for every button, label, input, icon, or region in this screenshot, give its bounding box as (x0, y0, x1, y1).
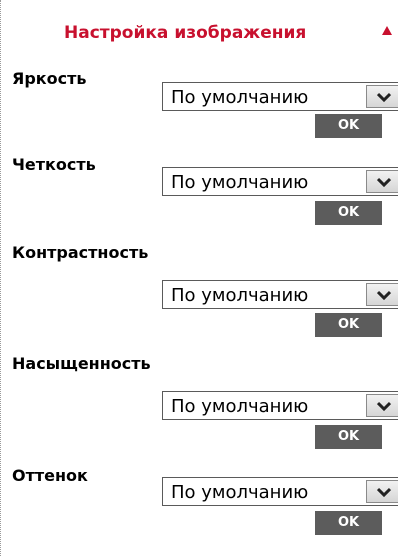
hue-select[interactable]: По умолчанию (162, 477, 398, 506)
chevron-down-icon[interactable] (366, 85, 398, 108)
chevron-down-icon[interactable] (366, 170, 398, 193)
chevron-down-icon[interactable] (366, 394, 398, 417)
brightness-ok-button[interactable]: OK (315, 114, 382, 138)
chevron-down-icon[interactable] (366, 283, 398, 306)
contrast-label: Контрастность (12, 243, 149, 262)
brightness-select-value: По умолчанию (171, 87, 309, 108)
chevron-down-icon[interactable] (366, 480, 398, 503)
contrast-select-value: По умолчанию (171, 285, 309, 306)
sharpness-label: Четкость (12, 155, 96, 174)
sharpness-ok-button[interactable]: OK (315, 201, 382, 225)
contrast-ok-button[interactable]: OK (315, 313, 382, 337)
brightness-select[interactable]: По умолчанию (162, 82, 398, 111)
hue-ok-button[interactable]: OK (315, 511, 382, 535)
panel-title: Настройка изображения (64, 23, 307, 43)
saturation-ok-button[interactable]: OK (315, 425, 382, 449)
sharpness-select-value: По умолчанию (171, 172, 309, 193)
contrast-select[interactable]: По умолчанию (162, 280, 398, 309)
panel-header[interactable]: Настройка изображения (1, 0, 398, 62)
hue-select-value: По умолчанию (171, 482, 309, 503)
hue-label: Оттенок (12, 466, 88, 485)
saturation-select-value: По умолчанию (171, 396, 309, 417)
triangle-up-icon[interactable] (382, 26, 392, 35)
sharpness-select[interactable]: По умолчанию (162, 167, 398, 196)
saturation-label: Насыщенность (12, 354, 151, 373)
brightness-label: Яркость (12, 69, 87, 88)
saturation-select[interactable]: По умолчанию (162, 391, 398, 420)
image-settings-panel: Настройка изображения Яркость По умолчан… (0, 0, 398, 556)
